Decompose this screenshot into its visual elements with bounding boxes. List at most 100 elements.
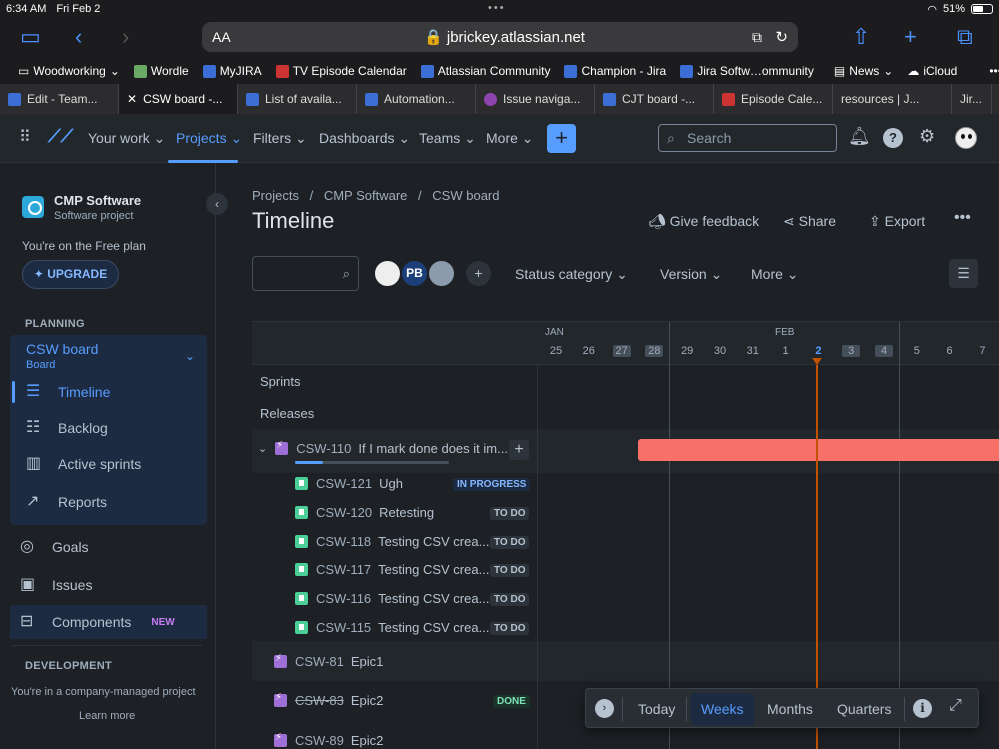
search-input[interactable]: ⌕ Search (658, 124, 837, 152)
bookmark-item[interactable]: Wordle (133, 64, 189, 78)
bookmark-folder[interactable]: ▤ News ⌄ (834, 64, 893, 78)
tabs-overview-icon[interactable]: ⧉ (957, 24, 973, 50)
tab-resources[interactable]: resources | J... (833, 84, 952, 114)
tab-edit-team[interactable]: Edit - Team... (0, 84, 119, 114)
quarters-button[interactable]: Quarters (827, 693, 901, 725)
user-avatar[interactable] (955, 127, 977, 149)
epic-row-csw-83[interactable]: CSW-83 Epic2 (274, 692, 383, 708)
breadcrumb-project[interactable]: CMP Software (324, 188, 408, 203)
more-filters-dropdown[interactable]: More ⌄ (751, 266, 799, 283)
tab-automation[interactable]: Automation... (357, 84, 476, 114)
tab-jira[interactable]: Jir... (952, 84, 992, 114)
releases-row[interactable]: Releases (260, 406, 314, 421)
issue-key[interactable]: CSW-116 (316, 591, 371, 606)
issue-key[interactable]: CSW-121 (316, 476, 372, 491)
bookmark-item[interactable]: Jira Softw…ommunity (680, 64, 814, 78)
collapse-sidebar-chevron-icon[interactable]: ‹ (206, 193, 228, 215)
help-icon[interactable]: ? (883, 128, 903, 148)
fullscreen-expand-icon[interactable]: ⤢ (949, 697, 962, 715)
sidebar-item-components[interactable]: ⊟ Components NEW (10, 605, 207, 639)
jira-logo-icon[interactable]: ⟋⟋ (48, 126, 73, 147)
view-settings-icon[interactable]: ☰ (949, 259, 978, 288)
nav-projects[interactable]: Projects ⌄ (176, 130, 242, 147)
settings-gear-icon[interactable]: ⚙ (919, 126, 935, 147)
sidebar-item-issues[interactable]: ▣ Issues (10, 568, 199, 602)
epic-timeline-bar[interactable] (638, 439, 999, 461)
export-button[interactable]: ⇪ Export (869, 213, 925, 230)
issue-key[interactable]: CSW-89 (295, 733, 344, 748)
avatar-filter-jack[interactable] (373, 259, 402, 288)
bookmark-item[interactable]: Champion - Jira (564, 64, 666, 78)
bookmark-item[interactable]: MyJIRA (202, 64, 262, 78)
issue-row[interactable]: CSW-117 Testing CSV crea... (295, 562, 489, 577)
reload-icon[interactable]: ↻ (775, 28, 788, 46)
bookmark-item[interactable]: TV Episode Calendar (275, 64, 407, 78)
sidebar-item-timeline[interactable]: ☰ Timeline (12, 375, 205, 409)
version-dropdown[interactable]: Version ⌄ (660, 266, 722, 283)
sidebar-toggle-icon[interactable]: ▭ (20, 24, 41, 50)
more-actions-icon[interactable]: ••• (954, 209, 971, 227)
breadcrumb-projects[interactable]: Projects (252, 188, 299, 203)
tab-episode-cal[interactable]: Episode Cale... (714, 84, 833, 114)
add-child-button[interactable]: + (509, 440, 529, 460)
sidebar-item-goals[interactable]: ◎ Goals (10, 530, 199, 564)
breadcrumb-board[interactable]: CSW board (432, 188, 499, 203)
multitasking-dots-icon[interactable]: ••• (488, 2, 506, 14)
issue-key[interactable]: CSW-110 (296, 441, 351, 456)
sidebar-item-backlog[interactable]: ☷ Backlog (16, 411, 205, 445)
more-bookmarks-icon[interactable]: ••• (989, 64, 999, 78)
give-feedback-button[interactable]: 📣︎ Give feedback (648, 213, 759, 230)
issue-row[interactable]: CSW-115 Testing CSV crea... (295, 620, 489, 635)
issue-key[interactable]: CSW-81 (295, 654, 344, 669)
nav-more[interactable]: More ⌄ (486, 130, 534, 147)
create-button[interactable]: + (547, 124, 576, 153)
share-button[interactable]: ⋖ Share (783, 213, 836, 230)
issue-row[interactable]: CSW-118 Testing CSV crea... (295, 534, 489, 549)
issue-key[interactable]: CSW-120 (316, 505, 372, 520)
learn-more-link[interactable]: Learn more (79, 710, 135, 722)
epic-row-csw-110[interactable]: ⌄ CSW-110 If I mark done does it im... (258, 440, 508, 456)
nav-teams[interactable]: Teams ⌄ (419, 130, 476, 147)
months-button[interactable]: Months (757, 693, 823, 725)
add-people-icon[interactable]: + (464, 259, 493, 288)
sidebar-item-active-sprints[interactable]: ▥ Active sprints (16, 447, 205, 481)
info-icon[interactable]: i (913, 699, 932, 718)
issue-key[interactable]: CSW-83 (295, 693, 344, 708)
forward-icon[interactable]: › (122, 24, 129, 50)
issue-key[interactable]: CSW-115 (316, 620, 371, 635)
app-switcher-icon[interactable]: ⠿ (19, 127, 31, 147)
issue-row[interactable]: CSW-120 Retesting (295, 505, 434, 520)
upgrade-button[interactable]: ✦ UPGRADE (22, 260, 119, 289)
chevron-right-icon[interactable]: › (595, 699, 614, 718)
notifications-icon[interactable]: 🔔︎ (848, 126, 871, 147)
avatar-filter-unassigned[interactable] (427, 259, 456, 288)
bookmark-item[interactable]: Atlassian Community (420, 64, 550, 78)
weeks-button[interactable]: Weeks (691, 693, 754, 725)
reader-icon[interactable]: ⧉ (752, 29, 762, 46)
issue-key[interactable]: CSW-118 (316, 534, 371, 549)
back-icon[interactable]: ‹ (75, 24, 82, 50)
epic-row-csw-81[interactable]: CSW-81 Epic1 (274, 653, 383, 669)
share-icon[interactable]: ⇧ (852, 24, 870, 50)
bookmark-folder[interactable]: ▭ Woodworking ⌄ (18, 64, 120, 78)
issue-row[interactable]: CSW-121 Ugh (295, 476, 403, 491)
nav-your-work[interactable]: Your work ⌄ (88, 130, 165, 147)
avatar-filter-pb[interactable]: PB (400, 259, 429, 288)
nav-dashboards[interactable]: Dashboards ⌄ (319, 130, 410, 147)
chevron-down-icon[interactable]: ⌄ (258, 442, 267, 455)
today-button[interactable]: Today (628, 693, 685, 725)
tab-csw-board[interactable]: ✕ CSW board -... (119, 84, 238, 114)
sidebar-item-reports[interactable]: ↗ Reports (16, 485, 205, 519)
issue-key[interactable]: CSW-117 (316, 562, 371, 577)
new-tab-icon[interactable]: + (904, 24, 917, 50)
sprints-row[interactable]: Sprints (260, 374, 300, 389)
epic-row-csw-89[interactable]: CSW-89 Epic2 (274, 732, 383, 748)
text-size-button[interactable]: AA (212, 29, 231, 45)
address-bar[interactable]: AA 🔒 jbrickey.atlassian.net ⧉ ↻ (202, 22, 798, 52)
status-category-dropdown[interactable]: Status category ⌄ (515, 266, 628, 283)
tab-list[interactable]: List of availa... (238, 84, 357, 114)
nav-filters[interactable]: Filters ⌄ (253, 130, 307, 147)
tab-issue-nav[interactable]: Issue naviga... (476, 84, 595, 114)
close-tab-icon[interactable]: ✕ (127, 92, 137, 106)
chevron-down-icon[interactable]: ⌄ (185, 349, 195, 363)
